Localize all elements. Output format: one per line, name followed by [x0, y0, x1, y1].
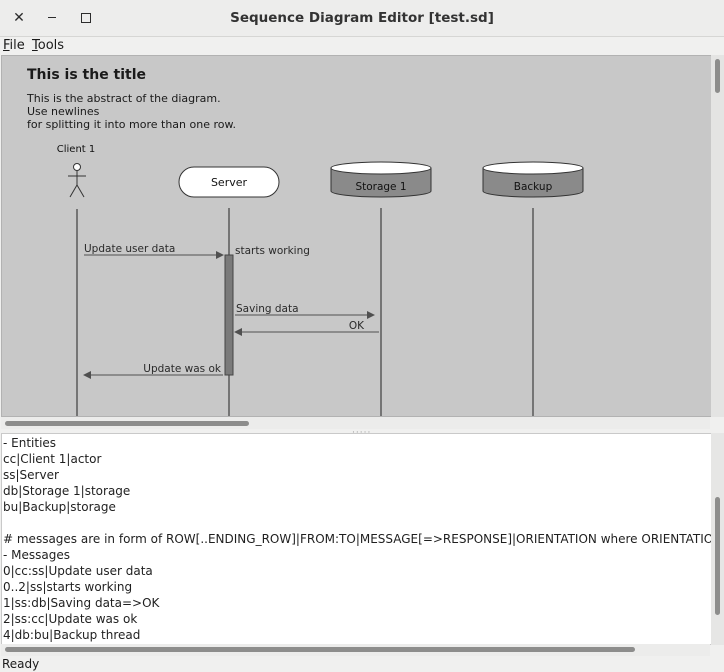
editor-vertical-scrollbar[interactable] [711, 433, 724, 645]
editor-line: cc|Client 1|actor [3, 452, 102, 466]
entity-label-backup: Backup [514, 181, 553, 193]
window-title: Sequence Diagram Editor [test.sd] [230, 10, 494, 26]
status-text: Ready [2, 657, 40, 671]
editor-line: 0|cc:ss|Update user data [3, 564, 153, 578]
diagram-vertical-scrollbar[interactable] [711, 55, 724, 417]
menu-bar: File Tools [0, 37, 724, 54]
entity-label-client: Client 1 [57, 144, 96, 155]
editor-line: 1|ss:db|Saving data=>OK [3, 596, 160, 610]
editor-line: 2|ss:cc|Update was ok [3, 612, 138, 626]
activation-bar [224, 254, 234, 376]
actor-icon [68, 163, 86, 198]
message-label: Update was ok [143, 363, 222, 375]
diagram-canvas[interactable]: This is the title This is the abstract o… [1, 55, 712, 417]
editor-line: bu|Backup|storage [3, 500, 116, 514]
menu-file[interactable]: File [3, 37, 25, 54]
menu-tools[interactable]: Tools [32, 37, 64, 54]
entity-label-server: Server [211, 176, 248, 189]
sequence-diagram: Client 1 Server Storage 1 Backup Update … [57, 144, 584, 416]
message-label: starts working [235, 245, 310, 257]
editor-line: - Messages [3, 548, 70, 562]
editor-line: - Entities [3, 436, 57, 450]
message-label: Saving data [236, 303, 299, 315]
editor-line: db|Storage 1|storage [3, 484, 131, 498]
entity-label-storage: Storage 1 [355, 181, 406, 193]
editor-line: 4|db:bu|Backup thread [3, 628, 141, 642]
message-label: OK [349, 320, 365, 332]
message-label: Update user data [84, 243, 175, 255]
text-editor[interactable]: - Entities cc|Client 1|actor ss|Server d… [1, 433, 712, 645]
editor-line: # messages are in form of ROW[..ENDING_R… [3, 532, 712, 546]
editor-horizontal-scrollbar[interactable] [1, 644, 710, 656]
editor-line: 0..2|ss|starts working [3, 580, 133, 594]
editor-line: ss|Server [3, 468, 59, 482]
title-bar: ✕ Sequence Diagram Editor [test.sd] [0, 0, 724, 37]
